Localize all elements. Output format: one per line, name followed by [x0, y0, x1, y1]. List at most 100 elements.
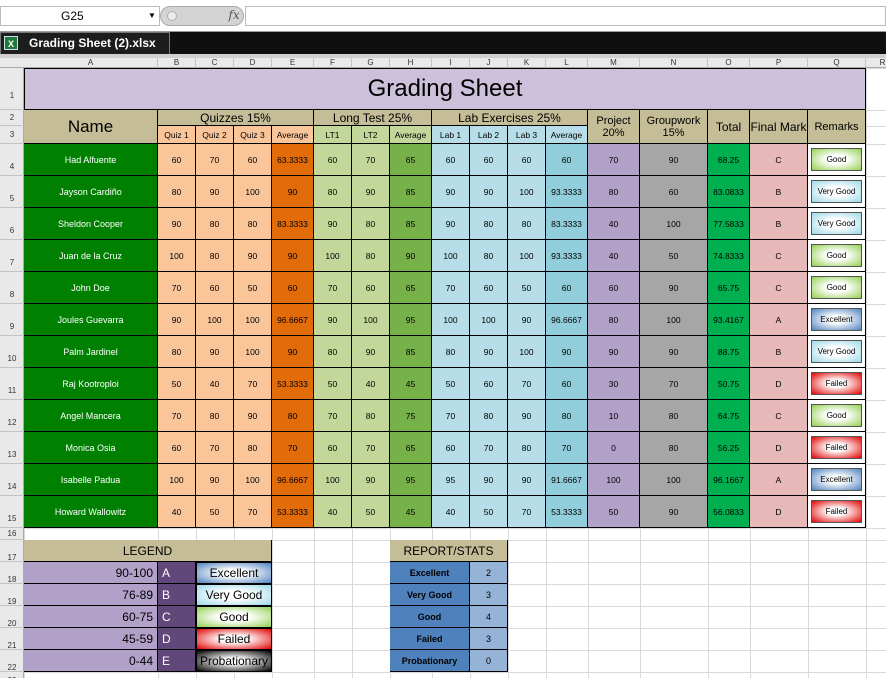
column-header-d[interactable]: D [234, 58, 272, 68]
grade-cell-l2[interactable]: 60 [470, 368, 508, 400]
row-header-13[interactable]: 13 [0, 432, 24, 464]
grade-cell-lt2[interactable]: 80 [352, 240, 390, 272]
student-name[interactable]: Jayson Cardiño [24, 176, 158, 208]
grade-cell-ltavg[interactable]: 90 [390, 240, 432, 272]
grade-cell-proj[interactable]: 30 [588, 368, 640, 400]
row-header-18[interactable]: 18 [0, 562, 24, 584]
column-header-o[interactable]: O [708, 58, 750, 68]
grade-cell-ltavg[interactable]: 95 [390, 464, 432, 496]
grade-cell-lt1[interactable]: 100 [314, 240, 352, 272]
grade-cell-mark[interactable]: D [750, 496, 808, 528]
grade-cell-l3[interactable]: 90 [508, 464, 546, 496]
column-header-q[interactable]: Q [808, 58, 866, 68]
student-name[interactable]: Had Alfuente [24, 144, 158, 176]
grade-cell-l1[interactable]: 70 [432, 272, 470, 304]
row-header-22[interactable]: 22 [0, 650, 24, 672]
grade-cell-l2[interactable]: 70 [470, 432, 508, 464]
grade-cell-gw[interactable]: 80 [640, 400, 708, 432]
grade-cell-mark[interactable]: D [750, 432, 808, 464]
grade-cell-total[interactable]: 88.75 [708, 336, 750, 368]
grade-cell-gw[interactable]: 90 [640, 496, 708, 528]
grade-cell-total[interactable]: 96.1667 [708, 464, 750, 496]
row-header-11[interactable]: 11 [0, 368, 24, 400]
grade-cell-q3[interactable]: 50 [234, 272, 272, 304]
grade-cell-lavg[interactable]: 93.3333 [546, 176, 588, 208]
grade-cell-l3[interactable]: 90 [508, 304, 546, 336]
grade-cell-lt1[interactable]: 70 [314, 400, 352, 432]
student-name[interactable]: Howard Wallowitz [24, 496, 158, 528]
row-header-3[interactable]: 3 [0, 126, 24, 144]
grade-cell-lt1[interactable]: 90 [314, 208, 352, 240]
grade-cell-ltavg[interactable]: 65 [390, 432, 432, 464]
grade-cell-mark[interactable]: C [750, 272, 808, 304]
row-header-12[interactable]: 12 [0, 400, 24, 432]
grade-cell-q3[interactable]: 100 [234, 176, 272, 208]
grade-cell-proj[interactable]: 40 [588, 240, 640, 272]
column-header-p[interactable]: P [750, 58, 808, 68]
grade-cell-lt1[interactable]: 40 [314, 496, 352, 528]
grade-cell-q2[interactable]: 90 [196, 176, 234, 208]
row-header-17[interactable]: 17 [0, 540, 24, 562]
grade-cell-l1[interactable]: 95 [432, 464, 470, 496]
grade-cell-q3[interactable]: 70 [234, 496, 272, 528]
column-header-n[interactable]: N [640, 58, 708, 68]
column-header-i[interactable]: I [432, 58, 470, 68]
row-header-5[interactable]: 5 [0, 176, 24, 208]
grade-cell-l2[interactable]: 80 [470, 240, 508, 272]
grade-cell-l1[interactable]: 60 [432, 432, 470, 464]
row-header-16[interactable]: 16 [0, 528, 24, 540]
grade-cell-lavg[interactable]: 60 [546, 368, 588, 400]
grade-cell-qavg[interactable]: 63.3333 [272, 144, 314, 176]
grade-cell-lt2[interactable]: 100 [352, 304, 390, 336]
grade-cell-ltavg[interactable]: 85 [390, 176, 432, 208]
grade-cell-proj[interactable]: 0 [588, 432, 640, 464]
remarks-cell[interactable]: Failed [808, 432, 866, 464]
grade-cell-ltavg[interactable]: 85 [390, 336, 432, 368]
grade-cell-l1[interactable]: 40 [432, 496, 470, 528]
grade-cell-q1[interactable]: 90 [158, 208, 196, 240]
column-header-k[interactable]: K [508, 58, 546, 68]
grade-cell-l3[interactable]: 70 [508, 496, 546, 528]
grade-cell-proj[interactable]: 50 [588, 496, 640, 528]
name-box[interactable]: G25 [0, 6, 160, 26]
row-header-8[interactable]: 8 [0, 272, 24, 304]
grade-cell-l3[interactable]: 100 [508, 176, 546, 208]
grade-cell-lt2[interactable]: 90 [352, 176, 390, 208]
grade-cell-qavg[interactable]: 96.6667 [272, 304, 314, 336]
grade-cell-lt2[interactable]: 80 [352, 400, 390, 432]
grade-cell-lavg[interactable]: 83.3333 [546, 208, 588, 240]
grade-cell-lavg[interactable]: 80 [546, 400, 588, 432]
grade-cell-q1[interactable]: 70 [158, 400, 196, 432]
grade-cell-lavg[interactable]: 60 [546, 144, 588, 176]
workbook-tab[interactable]: Grading Sheet (2).xlsx [0, 32, 170, 54]
grade-cell-l2[interactable]: 80 [470, 400, 508, 432]
column-header-a[interactable]: A [24, 58, 158, 68]
splitter-handle-icon[interactable] [167, 11, 177, 21]
row-header-23[interactable]: 23 [0, 672, 24, 678]
grade-cell-l3[interactable]: 80 [508, 432, 546, 464]
grade-cell-q1[interactable]: 40 [158, 496, 196, 528]
remarks-cell[interactable]: Good [808, 144, 866, 176]
grade-cell-qavg[interactable]: 80 [272, 400, 314, 432]
grade-cell-l3[interactable]: 100 [508, 240, 546, 272]
grade-cell-l1[interactable]: 90 [432, 208, 470, 240]
grade-cell-qavg[interactable]: 60 [272, 272, 314, 304]
grade-cell-lt1[interactable]: 50 [314, 368, 352, 400]
grade-cell-q1[interactable]: 90 [158, 304, 196, 336]
grade-cell-lt2[interactable]: 70 [352, 432, 390, 464]
grade-cell-l3[interactable]: 80 [508, 208, 546, 240]
remarks-cell[interactable]: Good [808, 272, 866, 304]
grade-cell-l1[interactable]: 80 [432, 336, 470, 368]
grade-cell-q2[interactable]: 70 [196, 432, 234, 464]
grade-cell-lavg[interactable]: 60 [546, 272, 588, 304]
row-header-1[interactable]: 1 [0, 68, 24, 110]
grade-cell-qavg[interactable]: 90 [272, 240, 314, 272]
grade-cell-q2[interactable]: 70 [196, 144, 234, 176]
grade-cell-ltavg[interactable]: 45 [390, 368, 432, 400]
grade-cell-q1[interactable]: 60 [158, 144, 196, 176]
grade-cell-lavg[interactable]: 70 [546, 432, 588, 464]
grade-cell-proj[interactable]: 60 [588, 272, 640, 304]
column-header-b[interactable]: B [158, 58, 196, 68]
grade-cell-lt1[interactable]: 60 [314, 144, 352, 176]
grade-cell-proj[interactable]: 80 [588, 304, 640, 336]
